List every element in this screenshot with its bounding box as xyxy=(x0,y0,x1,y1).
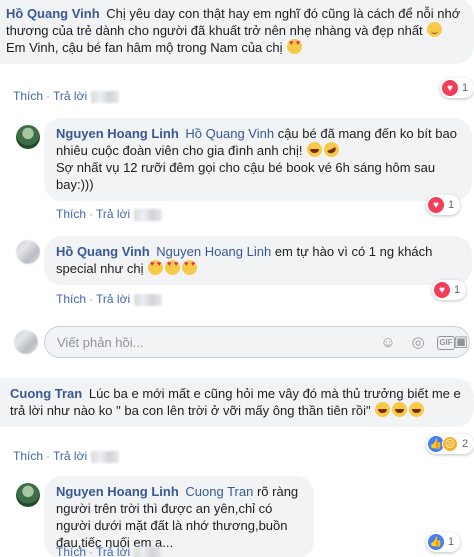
like-button[interactable]: Thích xyxy=(13,89,43,103)
timestamp-blurred xyxy=(91,90,120,103)
reply-author[interactable]: Nguyen Hoang Linh xyxy=(56,484,179,499)
heart-eyes-emoji-icon xyxy=(182,260,198,275)
like-button[interactable]: Thích xyxy=(56,292,86,306)
sad-reaction-icon: ☹ xyxy=(442,436,458,452)
comment-bubble: Hồ Quang Vinh Chị yêu day con thật hay e… xyxy=(0,0,474,64)
reaction-badge[interactable]: ♥ 1 xyxy=(426,195,461,215)
reply-mention[interactable]: Cuong Tran xyxy=(185,484,253,499)
reply-button[interactable]: Trả lời xyxy=(53,89,87,103)
reaction-badge[interactable]: 👍 ☹ 2 xyxy=(426,434,474,454)
comment-actions: Thích · Trả lời xyxy=(13,89,120,103)
comment-actions: Thích · Trả lời xyxy=(13,449,120,463)
sticker-icon[interactable]: ▣ xyxy=(452,333,470,351)
reply-author[interactable]: Nguyen Hoang Linh xyxy=(56,126,179,141)
smiley-icon[interactable]: ☺ xyxy=(379,334,397,352)
reply-mention[interactable]: Hồ Quang Vinh xyxy=(185,126,274,141)
heart-eyes-emoji-icon xyxy=(165,260,181,275)
reply-actions: Thích · Trả lời xyxy=(56,207,163,221)
reply-button[interactable]: Trả lời xyxy=(96,207,130,221)
heart-reaction-icon: ♥ xyxy=(442,80,458,96)
like-button[interactable]: Thích xyxy=(56,207,86,221)
timestamp-blurred xyxy=(91,450,120,463)
reply-bubble: Hồ Quang Vinh Nguyen Hoang Linh em tự hà… xyxy=(44,236,472,285)
like-button[interactable]: Thích xyxy=(13,449,43,463)
timestamp-blurred xyxy=(134,546,163,557)
camera-icon[interactable]: ◎ xyxy=(409,334,427,352)
like-button[interactable]: Thích xyxy=(56,545,86,557)
reaction-badge[interactable]: ♥ 1 xyxy=(440,78,474,98)
rofl-emoji-icon xyxy=(321,139,342,160)
reaction-badge[interactable]: ♥ 1 xyxy=(432,280,467,300)
avatar[interactable] xyxy=(16,483,40,507)
comment-bubble: Cuong Tran Lúc ba e mới mất e cũng hỏi m… xyxy=(0,378,474,427)
reply-box: ☺ ◎ GIF xyxy=(44,326,470,358)
avatar[interactable] xyxy=(16,240,40,264)
heart-reaction-icon: ♥ xyxy=(434,282,450,298)
heart-eyes-emoji-icon xyxy=(148,260,164,275)
timestamp-blurred xyxy=(134,293,163,306)
reply-mention[interactable]: Nguyen Hoang Linh xyxy=(156,244,271,259)
grin-emoji-icon xyxy=(307,142,323,157)
comment-author[interactable]: Cuong Tran xyxy=(10,386,82,401)
reply-button[interactable]: Trả lời xyxy=(53,449,87,463)
avatar[interactable] xyxy=(16,125,40,149)
reply-author[interactable]: Hồ Quang Vinh xyxy=(56,244,150,259)
comment-text-2: Em Vinh, cậu bé fan hâm mộ trong Nam của… xyxy=(6,40,283,55)
reply-text-2: Sợ nhất vụ 12 rưỡi đêm gọi cho cậu bé bo… xyxy=(56,160,436,192)
timestamp-blurred xyxy=(134,208,163,221)
reply-input[interactable] xyxy=(57,335,357,350)
reply-hqv: Hồ Quang Vinh Nguyen Hoang Linh em tự hà… xyxy=(44,236,472,285)
like-reaction-icon: 👍 xyxy=(428,534,444,550)
reply-actions: Thích · Trả lời xyxy=(56,545,163,557)
laugh-emoji-icon xyxy=(392,402,408,417)
reply-button[interactable]: Trả lời xyxy=(96,545,130,557)
comment-author[interactable]: Hồ Quang Vinh xyxy=(6,6,100,21)
reply-actions: Thích · Trả lời xyxy=(56,292,163,306)
my-avatar xyxy=(14,330,38,354)
reply-nhl: Nguyen Hoang Linh Hồ Quang Vinh cậu bé đ… xyxy=(44,118,472,201)
laugh-emoji-icon xyxy=(375,402,391,417)
laugh-emoji-icon xyxy=(409,402,425,417)
heart-reaction-icon: ♥ xyxy=(428,197,444,213)
smile-emoji-icon xyxy=(427,22,443,37)
reply-bubble: Nguyen Hoang Linh Hồ Quang Vinh cậu bé đ… xyxy=(44,118,472,201)
heart-eyes-emoji-icon xyxy=(287,39,303,54)
reply-button[interactable]: Trả lời xyxy=(96,292,130,306)
reaction-badge[interactable]: 👍 1 xyxy=(426,532,461,552)
